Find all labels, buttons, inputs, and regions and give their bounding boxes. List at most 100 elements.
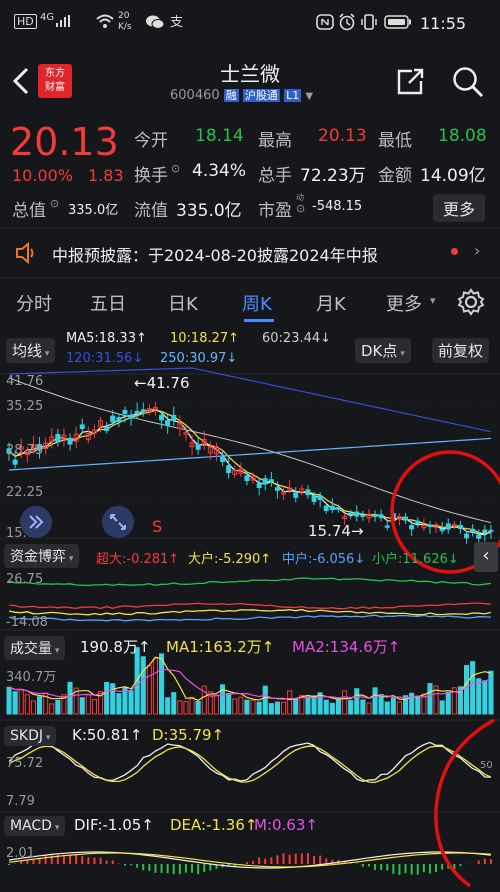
y-label-2: 35.25 [6, 399, 44, 414]
volume-bar [79, 697, 85, 715]
volume-bar [12, 691, 18, 715]
high-value: 20.13 [318, 126, 367, 146]
dk-point-button[interactable]: DK点 ▾ [355, 338, 411, 363]
signal-icon [56, 15, 70, 27]
kline-chart-svg[interactable] [0, 330, 500, 888]
share-icon[interactable] [396, 68, 426, 96]
volume-bar [232, 698, 238, 715]
volume-bar [256, 701, 262, 715]
skdj-title: SKDJ [10, 728, 43, 744]
volume-bar [55, 699, 61, 715]
volume-bar [305, 696, 311, 715]
indicator-selector[interactable]: 均线 ▾ [6, 338, 56, 363]
status-bar: HD 4G 20 K/s 支 11:55 [0, 0, 500, 50]
nfc-icon [316, 14, 334, 30]
ma10-label: 10:18.27↑ [170, 331, 240, 346]
high-label: 最高 [258, 131, 292, 151]
collapse-left-icon[interactable]: ‹ [474, 542, 498, 572]
candle-body [476, 534, 482, 539]
ma120-label: 120:31.56↓ [66, 351, 144, 366]
candle-body [329, 505, 335, 511]
volume-bar [183, 700, 189, 715]
volume-bar [165, 697, 171, 715]
candle-body [335, 507, 341, 510]
candle-body [293, 492, 299, 498]
tab-more[interactable]: 更多 [386, 290, 422, 316]
candle-body [445, 523, 451, 530]
macd-dif: DIF:-1.05↑ [74, 816, 154, 834]
dropdown-icon[interactable]: ▼ [305, 91, 313, 102]
volume-y-top: 340.7万 [6, 670, 57, 685]
volume-bar [464, 664, 470, 715]
volume-bar [159, 653, 165, 715]
svg-text:支: 支 [170, 15, 183, 28]
volume-value-label: 190.8万↑ [80, 638, 151, 656]
volume-bar [171, 692, 177, 715]
amount-label: 金额 [378, 166, 412, 186]
fund-mid: 中户:-6.056↓ [282, 552, 366, 567]
volume-bar [128, 690, 134, 715]
volume-bar [268, 703, 274, 715]
skdj-k: K:50.81↑ [72, 726, 143, 744]
notice-bar[interactable]: 中报预披露：于2024-08-20披露2024年中报 › [0, 228, 500, 278]
volume-bar [91, 699, 98, 715]
y-label-3: 28.75 [6, 443, 44, 458]
tab-more-arrow-icon: ▾ [430, 294, 436, 307]
tab-weekly-k[interactable]: 周K [242, 290, 272, 316]
macd-title: MACD [10, 818, 52, 834]
tab-intraday[interactable]: 分时 [16, 290, 52, 316]
gear-icon[interactable] [457, 288, 485, 316]
candle-body [195, 444, 201, 450]
volume-bar [238, 696, 244, 715]
candle-body [104, 426, 110, 431]
volume-bar [274, 701, 280, 715]
fullscreen-icon[interactable] [102, 506, 134, 538]
info-icon[interactable]: ⊙ [171, 162, 180, 175]
chart-area[interactable]: 均线 ▾ MA5:18.33↑ 10:18.27↑ 60:23.44↓ 120:… [0, 330, 500, 888]
skdj-selector[interactable]: SKDJ ▾ [4, 726, 57, 746]
candle-body [12, 459, 18, 465]
info-icon[interactable]: ⊙ [50, 197, 59, 210]
info-icon[interactable]: ⊙ [296, 202, 305, 215]
volume-value: 72.23万 [300, 166, 366, 186]
volume-bar [476, 678, 482, 715]
candle-body [79, 424, 85, 429]
candle-body [128, 414, 134, 419]
volume-bar [110, 683, 116, 715]
volume-bar [244, 699, 250, 715]
alarm-icon [338, 13, 356, 31]
tab-five-day[interactable]: 五日 [90, 290, 126, 316]
volume-bar [213, 694, 219, 715]
candle-body [470, 528, 476, 532]
volume-bar [396, 701, 402, 715]
wechat-icon [146, 15, 164, 29]
total-cap-label: 总值 [12, 201, 46, 221]
macd-selector[interactable]: MACD ▾ [4, 816, 66, 836]
more-button[interactable]: 更多 [433, 194, 486, 222]
volume-bar [445, 691, 451, 715]
volume-bar [390, 697, 396, 715]
candle-body [165, 420, 171, 426]
indicator-label: 均线 [12, 342, 43, 360]
float-cap-value: 335.0亿 [176, 201, 242, 221]
skdj-d: D:35.79↑ [152, 726, 225, 744]
fund-selector[interactable]: 资金博弈 ▾ [4, 544, 80, 568]
search-icon[interactable] [452, 66, 484, 98]
candle-body [256, 483, 262, 488]
tab-monthly-k[interactable]: 月K [316, 290, 346, 316]
candle-body [403, 516, 409, 521]
ma60-line [8, 377, 492, 524]
candle-body [323, 505, 329, 512]
volume-bar [67, 681, 73, 715]
tab-daily-k[interactable]: 日K [168, 290, 198, 316]
volume-bar [250, 699, 256, 715]
volume-ma2-line [8, 668, 492, 700]
volume-selector[interactable]: 成交量 ▾ [4, 636, 66, 660]
volume-bar [323, 699, 329, 715]
skdj-k-line [8, 741, 491, 782]
expand-left-icon[interactable] [20, 506, 52, 538]
chevron-right-icon[interactable]: › [474, 241, 480, 260]
adjust-button[interactable]: 前复权 [432, 338, 490, 363]
candle-body [268, 479, 274, 482]
candle-body [244, 475, 250, 482]
